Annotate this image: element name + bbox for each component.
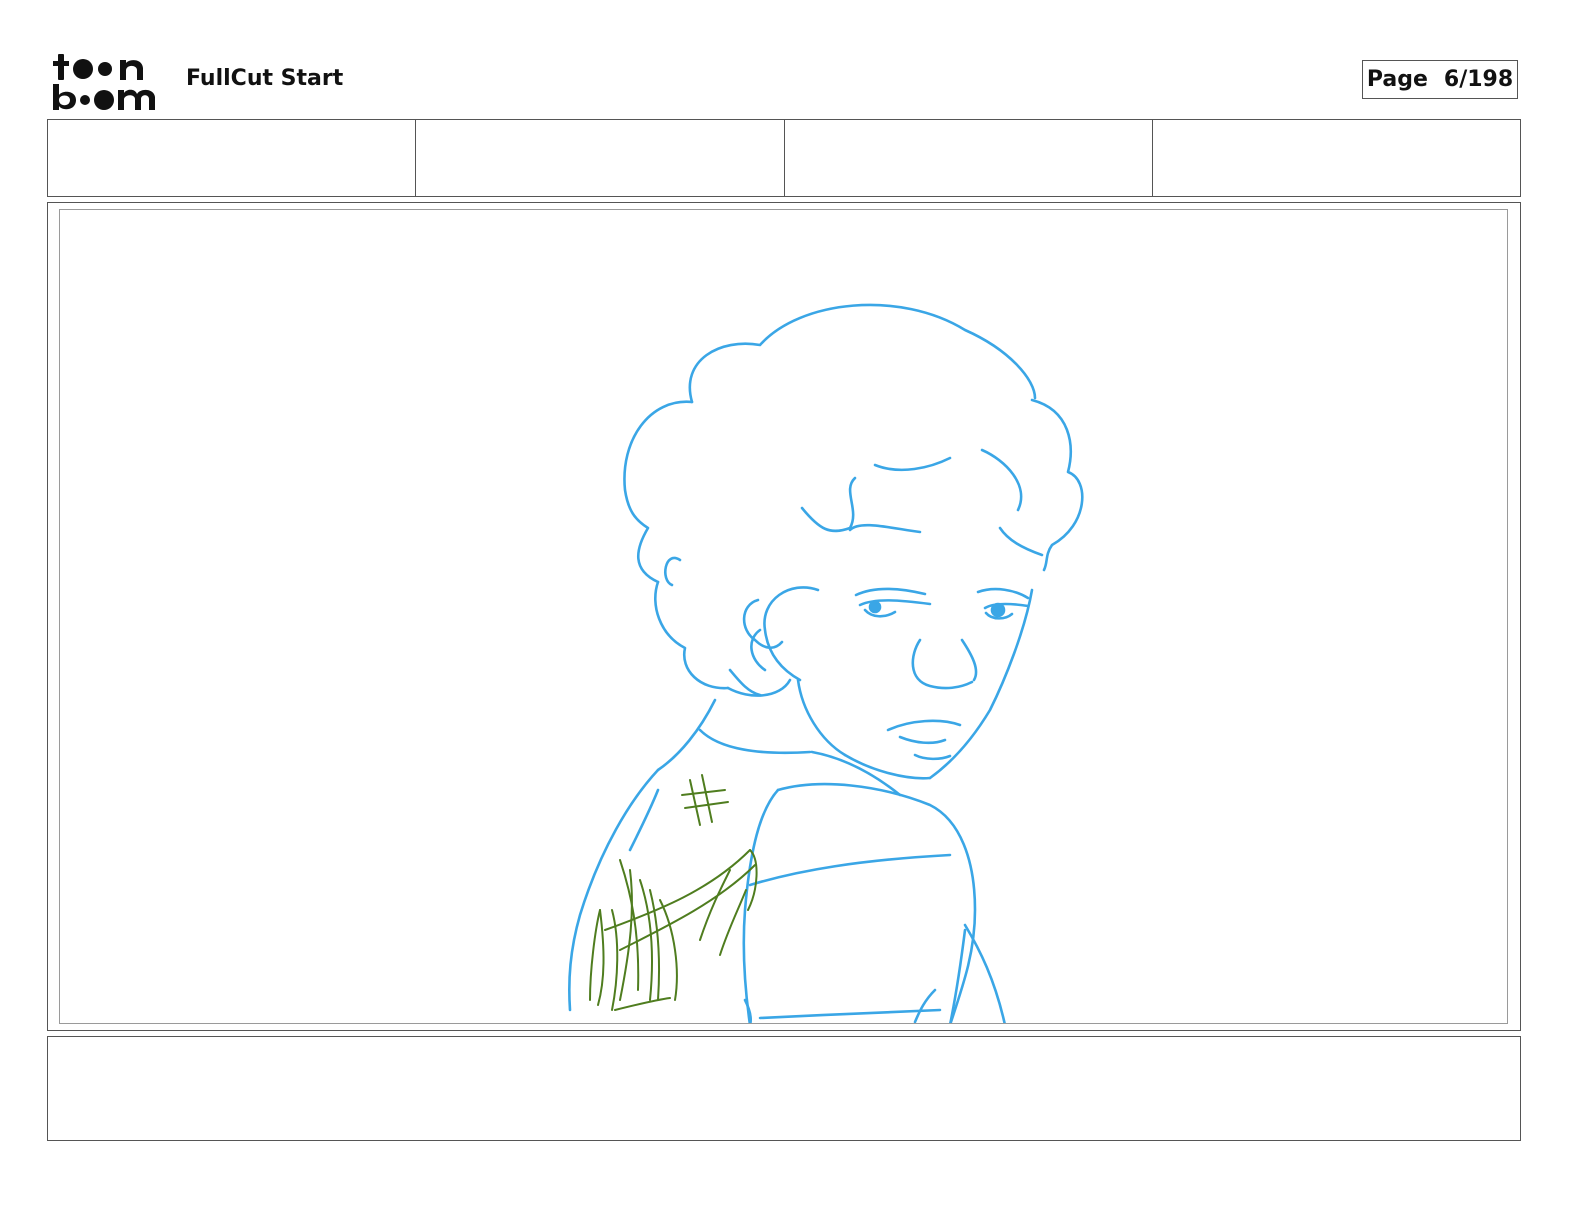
panel-info-row	[47, 119, 1521, 197]
info-cell-4	[1153, 120, 1520, 196]
project-title: FullCut Start	[186, 66, 344, 91]
info-cell-1	[48, 120, 417, 196]
character-sketch	[568, 303, 1084, 1023]
storyboard-panel	[59, 209, 1508, 1024]
toon-boom-logo	[53, 54, 155, 110]
panel-caption-box	[47, 1036, 1521, 1141]
info-cell-3	[785, 120, 1153, 196]
page-indicator: Page 6/198	[1362, 60, 1518, 99]
page-label: Page	[1366, 67, 1428, 92]
page-number: 6/198	[1443, 67, 1514, 92]
info-cell-2	[416, 120, 785, 196]
